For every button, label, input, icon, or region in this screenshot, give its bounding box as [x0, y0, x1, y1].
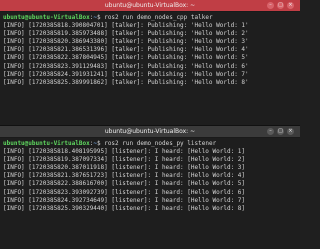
log-line: [INFO] [1720385825.389991862] [talker]: … [3, 78, 249, 86]
prompt-user-host: ubuntu@ubuntu-VirtualBox [3, 140, 90, 147]
maximize-icon[interactable]: □ [277, 2, 284, 9]
log-line: [INFO] [1720385823.393092739] [listener]… [3, 188, 246, 196]
log-line: [INFO] [1720385825.390329440] [listener]… [3, 204, 246, 212]
terminal-window-talker[interactable]: ubuntu@ubuntu-VirtualBox: ~ – □ × ubuntu… [0, 0, 300, 125]
log-line: [INFO] [1720385820.387011918] [listener]… [3, 164, 246, 172]
log-line: [INFO] [1720385822.387804945] [talker]: … [3, 54, 249, 62]
titlebar[interactable]: ubuntu@ubuntu-VirtualBox: ~ – □ × [0, 126, 300, 138]
prompt-line: ubuntu@ubuntu-VirtualBox:~$ ros2 run dem… [3, 140, 217, 147]
prompt-symbol: $ [96, 14, 101, 21]
log-line: [INFO] [1720385820.386943380] [talker]: … [3, 38, 249, 46]
maximize-icon[interactable]: □ [277, 128, 284, 135]
log-line: [INFO] [1720385818.390804701] [talker]: … [3, 22, 249, 30]
close-icon[interactable]: × [287, 128, 294, 135]
prompt-line: ubuntu@ubuntu-VirtualBox:~$ ros2 run dem… [3, 14, 213, 21]
terminal-window-listener[interactable]: ubuntu@ubuntu-VirtualBox: ~ – □ × ubuntu… [0, 126, 300, 249]
log-line: [INFO] [1720385822.388616700] [listener]… [3, 180, 246, 188]
log-line: [INFO] [1720385824.392734649] [listener]… [3, 196, 246, 204]
close-icon[interactable]: × [287, 2, 294, 9]
minimize-icon[interactable]: – [267, 2, 274, 9]
log-line: [INFO] [1720385821.386531396] [talker]: … [3, 46, 249, 54]
titlebar[interactable]: ubuntu@ubuntu-VirtualBox: ~ – □ × [0, 0, 300, 12]
command: ros2 run demo_nodes_cpp talker [104, 14, 213, 21]
desktop: ubuntu@ubuntu-VirtualBox: ~ – □ × ubuntu… [0, 0, 300, 249]
terminal-output[interactable]: ubuntu@ubuntu-VirtualBox:~$ ros2 run dem… [0, 138, 300, 249]
log-line: [INFO] [1720385818.408195995] [listener]… [3, 148, 246, 156]
log-line: [INFO] [1720385824.391931241] [talker]: … [3, 70, 249, 78]
terminal-output[interactable]: ubuntu@ubuntu-VirtualBox:~$ ros2 run dem… [0, 12, 300, 125]
log-line: [INFO] [1720385823.391129483] [talker]: … [3, 62, 249, 70]
minimize-icon[interactable]: – [267, 128, 274, 135]
window-title: ubuntu@ubuntu-VirtualBox: ~ [104, 2, 196, 9]
log-line: [INFO] [1720385821.387651723] [listener]… [3, 172, 246, 180]
log-line: [INFO] [1720385819.387097334] [listener]… [3, 156, 246, 164]
prompt-symbol: $ [96, 140, 101, 147]
window-title: ubuntu@ubuntu-VirtualBox: ~ [104, 128, 196, 135]
log-line: [INFO] [1720385819.385973488] [talker]: … [3, 30, 249, 38]
command: ros2 run demo_nodes_py listener [104, 140, 217, 147]
prompt-user-host: ubuntu@ubuntu-VirtualBox [3, 14, 90, 21]
